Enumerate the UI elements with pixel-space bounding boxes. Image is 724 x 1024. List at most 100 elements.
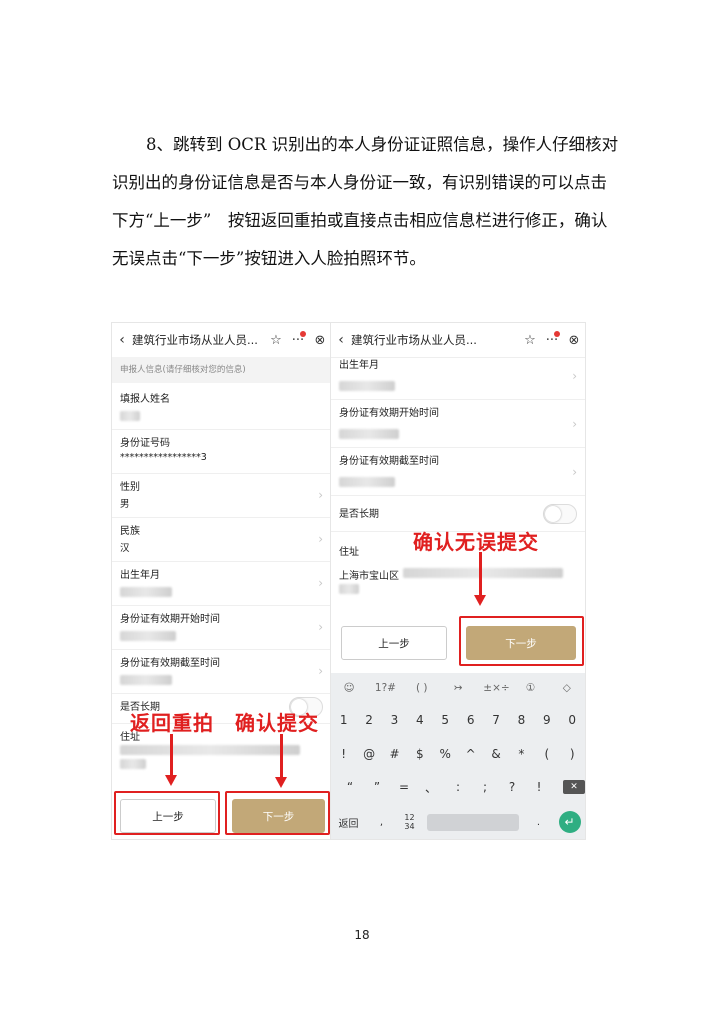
highlight-next-button	[459, 616, 584, 666]
key[interactable]: 8	[510, 713, 532, 727]
key[interactable]: 0	[561, 713, 583, 727]
delete-icon[interactable]: ✕	[563, 780, 585, 794]
key[interactable]: 9	[536, 713, 558, 727]
chevron-right-icon: ›	[318, 532, 323, 546]
blurred-value	[339, 429, 399, 439]
key[interactable]: 1	[333, 713, 355, 727]
key[interactable]: @	[358, 747, 380, 761]
chevron-right-icon: ›	[572, 417, 577, 431]
instruction-paragraph: 8、跳转到 OCR 识别出的本人身份证证照信息，操作人仔细核对 识别出的身份证信…	[112, 126, 622, 278]
back-arrow-icon[interactable]: ‹	[331, 332, 351, 348]
blurred-value	[120, 745, 300, 755]
long-term-toggle[interactable]	[543, 504, 577, 524]
key[interactable]: “	[339, 780, 361, 794]
field-label: 身份证有效期截至时间	[339, 456, 439, 467]
info-hint: 申报人信息(请仔细核对您的信息)	[112, 357, 331, 383]
keyboard-digit-row: 1 2 3 4 5 6 7 8 9 0	[331, 709, 585, 731]
star-icon[interactable]: ☆	[265, 333, 287, 348]
comma-key[interactable]: ,	[371, 817, 393, 828]
key[interactable]: ?	[501, 780, 523, 794]
field-label: 性别	[120, 482, 140, 493]
key[interactable]: )	[561, 747, 583, 761]
annotation-arrow	[165, 734, 177, 786]
blurred-value	[120, 631, 176, 641]
field-label: 身份证有效期开始时间	[120, 614, 220, 625]
keyboard-toolbar-key[interactable]: ◇	[556, 682, 578, 694]
close-icon[interactable]: ⊗	[309, 333, 331, 348]
key[interactable]: ^	[460, 747, 482, 761]
key[interactable]: =	[393, 780, 415, 794]
keyboard-toolbar-key[interactable]: ☺	[338, 682, 360, 694]
field-ethnicity[interactable]: 民族 汉 ›	[112, 517, 331, 562]
back-key[interactable]: 返回	[336, 815, 362, 830]
field-valid-start[interactable]: 身份证有效期开始时间 ›	[112, 605, 331, 650]
keyboard-toolbar-key[interactable]: ±×÷	[483, 682, 509, 694]
period-key[interactable]: .	[528, 817, 550, 828]
blurred-value	[339, 477, 395, 487]
field-valid-start[interactable]: 身份证有效期开始时间 ›	[331, 399, 585, 448]
star-icon[interactable]: ☆	[519, 333, 541, 348]
keyboard-toolbar-key[interactable]: ↣	[447, 682, 469, 694]
prev-step-button[interactable]: 上一步	[341, 626, 447, 660]
key[interactable]: ”	[366, 780, 388, 794]
key[interactable]: !	[528, 780, 550, 794]
screenshot-form-b: ‹ 建筑行业市场从业人员... ☆ ··· ⊗ 出生年月 › 身份证有效期开始时…	[330, 322, 586, 840]
key[interactable]: 4	[409, 713, 431, 727]
title-bar: ‹ 建筑行业市场从业人员... ☆ ··· ⊗	[112, 323, 331, 358]
field-label: 身份证有效期开始时间	[339, 408, 439, 419]
key[interactable]: 2	[358, 713, 380, 727]
key[interactable]: %	[434, 747, 456, 761]
highlight-next-button	[225, 791, 330, 835]
space-key[interactable]	[426, 813, 519, 831]
field-label: 出生年月	[120, 570, 160, 581]
field-value: 男	[120, 499, 130, 510]
field-name[interactable]: 填报人姓名	[112, 385, 331, 430]
key[interactable]: !	[333, 747, 355, 761]
key[interactable]: &	[485, 747, 507, 761]
key[interactable]: 6	[460, 713, 482, 727]
annotation-confirm-no-error: 确认无误提交	[413, 530, 539, 554]
blurred-value	[120, 675, 172, 685]
annotation-return-retake: 返回重拍	[130, 711, 214, 735]
key[interactable]: 5	[434, 713, 456, 727]
back-arrow-icon[interactable]: ‹	[112, 332, 132, 348]
key[interactable]: (	[536, 747, 558, 761]
chevron-right-icon: ›	[572, 369, 577, 383]
keyboard-toolbar-key[interactable]: ( )	[411, 682, 433, 694]
field-id-number[interactable]: 身份证号码 *****************3	[112, 429, 331, 474]
key[interactable]: ;	[474, 780, 496, 794]
number-switch-key[interactable]: 12 34	[402, 813, 418, 831]
keyboard: ☺ 1?# ( ) ↣ ±×÷ ① ◇ 1 2 3 4 5 6 7 8 9 0 …	[331, 673, 585, 839]
keyboard-toolbar-key[interactable]: 1?#	[374, 682, 396, 694]
field-label: 身份证有效期截至时间	[120, 658, 220, 669]
key[interactable]: 7	[485, 713, 507, 727]
field-gender[interactable]: 性别 男 ›	[112, 473, 331, 518]
key[interactable]: :	[447, 780, 469, 794]
field-valid-end[interactable]: 身份证有效期截至时间 ›	[112, 649, 331, 694]
more-icon[interactable]: ···	[287, 330, 309, 348]
blurred-value	[339, 381, 395, 391]
screenshot-form-a: ‹ 建筑行业市场从业人员... ☆ ··· ⊗ 申报人信息(请仔细核对您的信息)…	[111, 322, 332, 840]
key[interactable]: #	[383, 747, 405, 761]
keyboard-toolbar-key[interactable]: ①	[520, 682, 542, 694]
more-icon[interactable]: ···	[541, 330, 563, 348]
field-label: 住址	[339, 547, 359, 558]
blurred-value	[120, 587, 172, 597]
paragraph-line-2: 识别出的身份证信息是否与本人身份证一致，有识别错误的可以点击	[112, 173, 607, 192]
key[interactable]: $	[409, 747, 431, 761]
key[interactable]: *	[510, 747, 532, 761]
field-birth[interactable]: 出生年月 ›	[112, 561, 331, 606]
chevron-right-icon: ›	[318, 664, 323, 678]
annotation-confirm-submit: 确认提交	[235, 711, 319, 735]
key[interactable]: 3	[383, 713, 405, 727]
notification-dot	[300, 330, 306, 337]
field-valid-end[interactable]: 身份证有效期截至时间 ›	[331, 447, 585, 496]
paragraph-line-4: 无误点击“下一步”按钮进入人脸拍照环节。	[112, 249, 426, 268]
annotation-arrow	[474, 552, 486, 606]
field-birth[interactable]: 出生年月 ›	[331, 351, 585, 400]
key[interactable]: 、	[420, 779, 442, 796]
field-label: 民族	[120, 526, 140, 537]
enter-icon[interactable]: ↵	[558, 811, 581, 833]
keyboard-symbol-row-1: ! @ # $ % ^ & * ( )	[331, 743, 585, 765]
close-icon[interactable]: ⊗	[563, 333, 585, 348]
